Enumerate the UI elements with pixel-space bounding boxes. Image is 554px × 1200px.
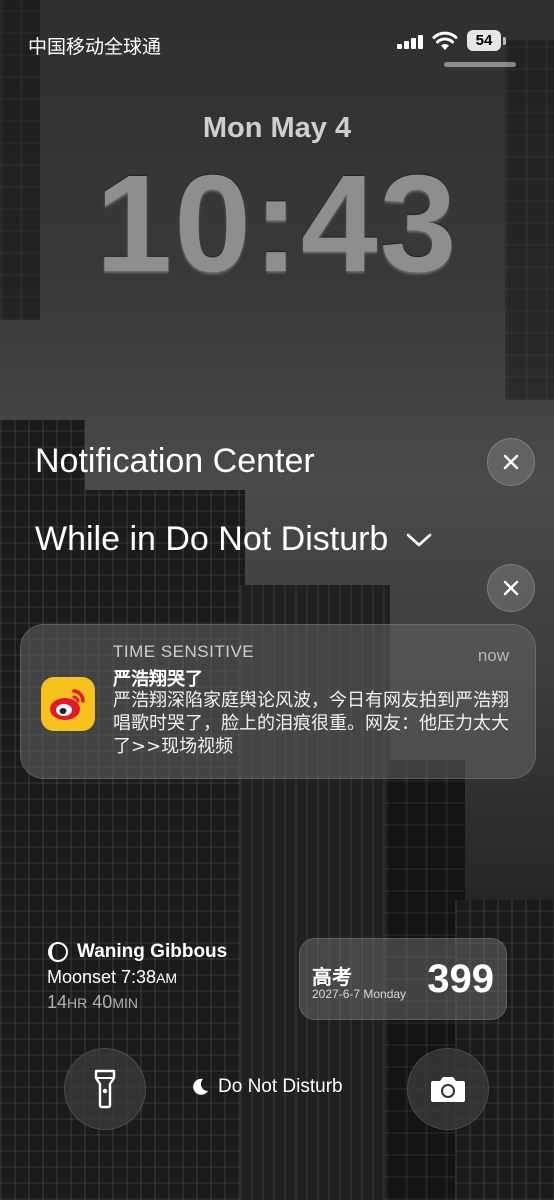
chevron-down-icon — [407, 533, 432, 546]
close-icon — [503, 454, 519, 470]
close-icon — [503, 580, 519, 596]
moon-icon — [193, 1078, 208, 1095]
focus-section-toggle[interactable]: While in Do Not Disturb — [35, 520, 432, 559]
moon-widget[interactable]: Waning Gibbous Moonset 7:38AM 14HR 40MIN — [47, 941, 227, 1013]
battery-icon: 54 — [467, 30, 501, 51]
lock-date: Mon May 4 — [202, 112, 352, 144]
camera-button[interactable] — [407, 1048, 489, 1130]
notification-card[interactable]: TIME SENSITIVE now 严浩翔哭了 严浩翔深陷家庭舆论风波，今日有… — [20, 624, 536, 779]
moon-duration: 14HR 40MIN — [47, 992, 138, 1012]
moon-phase-icon — [48, 942, 68, 962]
cellular-signal-icon — [397, 33, 425, 49]
moon-phase: Waning Gibbous — [77, 941, 228, 962]
lock-time: 10:43 — [95, 147, 459, 301]
focus-mode-label: Do Not Disturb — [218, 1076, 343, 1097]
status-bar: 中国移动全球通 54 — [0, 0, 554, 80]
clear-focus-notifications-button[interactable] — [487, 564, 535, 612]
focus-section-label: While in Do Not Disturb — [35, 520, 389, 558]
countdown-days: 399 — [427, 957, 494, 1001]
focus-mode-indicator[interactable]: Do Not Disturb — [190, 1076, 343, 1098]
notification-body: 严浩翔深陷家庭舆论风波，今日有网友拍到严浩翔唱歌时哭了，脸上的泪痕很重。网友：他… — [113, 690, 509, 757]
flashlight-button[interactable] — [64, 1048, 146, 1130]
notification-center-title: Notification Center — [35, 442, 315, 480]
notification-label: TIME SENSITIVE — [113, 642, 255, 661]
countdown-date: 2027-6-7 Monday — [312, 987, 407, 1001]
wifi-icon — [432, 31, 458, 50]
control-center-grabber[interactable] — [444, 62, 516, 67]
weibo-icon — [41, 677, 95, 731]
countdown-title: 高考 — [312, 965, 352, 989]
flashlight-icon — [94, 1069, 116, 1109]
countdown-widget[interactable]: 高考 2027-6-7 Monday 399 — [299, 938, 507, 1020]
camera-icon — [431, 1077, 465, 1102]
carrier-name: 中国移动全球通 — [28, 36, 162, 58]
notification-title: 严浩翔哭了 — [113, 669, 203, 690]
clear-all-button[interactable] — [487, 438, 535, 486]
notification-time: now — [477, 646, 509, 665]
battery-nub — [503, 37, 506, 45]
moonset-time: Moonset 7:38AM — [47, 967, 178, 987]
